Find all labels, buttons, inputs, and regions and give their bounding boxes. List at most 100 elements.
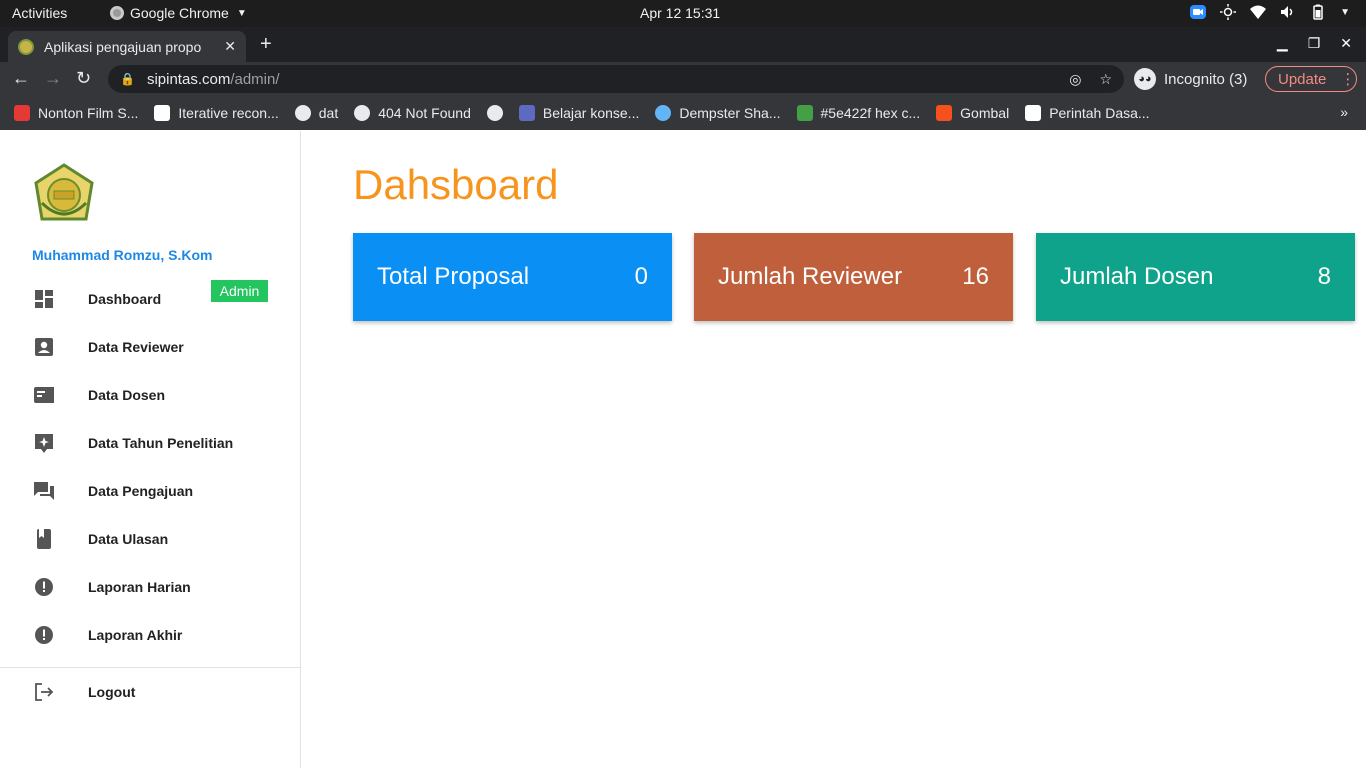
main-content: Dahsboard Total Proposal 0 Jumlah Review… — [301, 131, 1366, 768]
bookmark-item[interactable]: Iterative recon... — [154, 105, 279, 121]
tab-title: Aplikasi pengajuan propo — [44, 38, 202, 55]
sidebar-item-data-reviewer[interactable]: Data Reviewer — [0, 323, 300, 371]
sidebar-item-data-pengajuan[interactable]: Data Pengajuan — [0, 467, 300, 515]
globe-icon — [294, 105, 311, 121]
alert-icon — [35, 578, 53, 596]
app-name: Google Chrome — [130, 5, 229, 21]
card-value: 16 — [962, 263, 989, 290]
globe-icon — [354, 105, 371, 121]
sidebar: Muhammad Romzu, S.Kom Admin Dashboard Da… — [0, 131, 301, 768]
chrome-icon — [110, 6, 124, 20]
medium-icon — [1025, 105, 1042, 121]
system-tray[interactable]: ▼ — [1190, 4, 1350, 20]
bookmark-item[interactable]: #5e422f hex c... — [796, 105, 921, 121]
sidebar-item-data-ulasan[interactable]: Data Ulasan — [0, 515, 300, 563]
sidebar-item-data-dosen[interactable]: Data Dosen — [0, 371, 300, 419]
app-menu[interactable]: Google Chrome ▼ — [110, 5, 247, 21]
browser-tab[interactable]: Aplikasi pengajuan propo ✕ — [8, 31, 246, 62]
incognito-label: Incognito (3) — [1164, 70, 1248, 88]
card-label: Jumlah Reviewer — [718, 263, 903, 290]
globe-icon — [486, 105, 503, 121]
bookmark-item[interactable]: Perintah Dasa... — [1025, 105, 1150, 121]
close-window-icon[interactable]: ✕ — [1340, 35, 1352, 52]
page-title: Dahsboard — [353, 161, 559, 208]
card-label: Total Proposal — [377, 263, 530, 290]
jumlah-dosen-card[interactable]: Jumlah Dosen 8 — [1036, 233, 1355, 321]
tab-strip: Aplikasi pengajuan propo ✕ + ▁ ❐ ✕ — [0, 27, 1366, 62]
reload-icon[interactable]: ↻ — [76, 68, 91, 89]
x-icon — [518, 105, 535, 121]
sidebar-item-label: Dashboard — [88, 291, 162, 307]
sidebar-item-label: Data Ulasan — [88, 531, 169, 547]
wifi-icon — [1250, 5, 1267, 19]
web-page: Muhammad Romzu, S.Kom Admin Dashboard Da… — [0, 131, 1366, 768]
update-button[interactable]: Update ⋮ — [1265, 66, 1357, 92]
bookmark-item[interactable]: Gombal — [936, 105, 1009, 121]
restore-icon[interactable]: ❐ — [1308, 35, 1321, 52]
bookmark-item[interactable]: Nonton Film S... — [14, 105, 138, 121]
forward-icon[interactable]: → — [44, 68, 62, 89]
sidebar-item-label: Data Dosen — [88, 387, 166, 403]
address-bar[interactable]: 🔒 sipintas.com/admin/ ◎ ☆ — [108, 65, 1124, 93]
back-icon[interactable]: ← — [12, 68, 30, 89]
minimize-icon[interactable]: ▁ — [1277, 35, 1288, 52]
update-label: Update — [1278, 70, 1327, 88]
bookmark-label: 404 Not Found — [378, 105, 471, 121]
close-tab-icon[interactable]: ✕ — [224, 38, 236, 55]
jumlah-reviewer-card[interactable]: Jumlah Reviewer 16 — [694, 233, 1013, 321]
zoom-icon — [1190, 5, 1207, 19]
sidebar-item-label: Data Tahun Penelitian — [88, 435, 234, 451]
new-tab-button[interactable]: + — [260, 33, 272, 56]
dashboard-icon — [35, 290, 53, 308]
total-proposal-card[interactable]: Total Proposal 0 — [353, 233, 672, 321]
activities-button[interactable]: Activities — [12, 5, 67, 21]
incognito-icon: ◕◕ — [1134, 68, 1156, 90]
star-icon[interactable]: ☆ — [1099, 71, 1112, 88]
alert-icon — [35, 626, 53, 644]
sidebar-item-data-tahun-penelitian[interactable]: Data Tahun Penelitian — [0, 419, 300, 467]
globe-icon — [655, 105, 672, 121]
brightness-icon — [1220, 4, 1237, 20]
sidebar-item-laporan-akhir[interactable]: Laporan Akhir — [0, 611, 300, 659]
url-domain: sipintas.com — [146, 70, 231, 88]
bookmark-label: Belajar konse... — [542, 105, 640, 121]
bookmark-label: Perintah Dasa... — [1049, 105, 1150, 121]
bookmark-label: Dempster Sha... — [679, 105, 781, 121]
bookmark-item[interactable]: dat — [294, 105, 338, 121]
card-icon — [34, 387, 54, 403]
sidebar-item-label: Laporan Akhir — [88, 627, 183, 643]
bookmark-label: #5e422f hex c... — [820, 105, 921, 121]
multicolor-icon — [14, 105, 30, 121]
bookmark-item[interactable]: Dempster Sha... — [655, 105, 781, 121]
volume-icon — [1281, 6, 1293, 18]
bookmark-label: Nonton Film S... — [38, 105, 139, 121]
forum-icon — [34, 482, 54, 500]
bookmark-item[interactable]: Belajar konse... — [518, 105, 640, 121]
incognito-indicator[interactable]: ◕◕ Incognito (3) — [1134, 68, 1247, 90]
bookmark-item[interactable]: 404 Not Found — [354, 105, 471, 121]
battery-icon — [1313, 4, 1323, 20]
book-icon — [37, 529, 51, 549]
clock[interactable]: Apr 12 15:31 — [640, 5, 720, 21]
logout-icon — [35, 683, 54, 701]
blogger-icon — [936, 105, 953, 121]
logout-button[interactable]: Logout — [0, 668, 300, 716]
bookmark-label: Gombal — [960, 105, 1010, 121]
bookmark-label: Iterative recon... — [178, 105, 279, 121]
university-logo — [34, 163, 94, 221]
system-top-bar: Activities Google Chrome ▼ Apr 12 15:31 … — [0, 0, 1366, 27]
bookmarks-overflow-icon[interactable]: » — [1340, 104, 1348, 120]
account-box-icon — [35, 338, 53, 356]
sidebar-item-dashboard[interactable]: Dashboard — [0, 275, 300, 323]
sidebar-item-label: Data Pengajuan — [88, 483, 194, 499]
card-value: 8 — [1317, 263, 1331, 290]
user-name: Muhammad Romzu, S.Kom — [32, 247, 213, 263]
eye-off-icon[interactable]: ◎ — [1069, 71, 1081, 88]
sidebar-item-laporan-harian[interactable]: Laporan Harian — [0, 563, 300, 611]
caret-down-icon: ▼ — [236, 7, 247, 19]
lock-icon[interactable]: 🔒 — [120, 72, 135, 86]
bookmark-item[interactable] — [486, 105, 503, 121]
caret-down-icon: ▼ — [1340, 6, 1350, 18]
hex-icon — [796, 105, 813, 121]
sidebar-item-label: Data Reviewer — [88, 339, 184, 355]
